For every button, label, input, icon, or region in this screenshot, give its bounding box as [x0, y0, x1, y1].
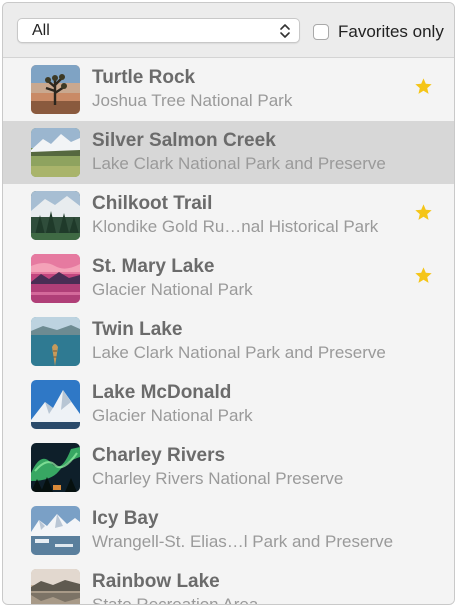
landmark-park: Klondike Gold Ru…nal Historical Park [92, 217, 379, 236]
favorites-only-label: Favorites only [338, 22, 444, 41]
landmark-park: Glacier National Park [92, 406, 253, 425]
landmark-park: State Recreation Area [92, 595, 259, 605]
landmark-name: St. Mary Lake [92, 256, 215, 277]
category-filter-value: All [32, 22, 50, 39]
landmark-name: Twin Lake [92, 319, 183, 340]
landmark-park: Lake Clark National Park and Preserve [92, 343, 386, 362]
favorites-only-checkbox[interactable] [313, 24, 329, 40]
favorite-star-icon [414, 77, 433, 96]
landmark-row[interactable]: Twin Lake Lake Clark National Park and Pr… [3, 310, 454, 373]
favorites-only-toggle[interactable]: Favorites only [313, 21, 444, 43]
landmark-thumbnail [31, 443, 80, 492]
landmark-row[interactable]: Charley Rivers Charley Rivers National Pr… [3, 436, 454, 499]
landmark-thumbnail [31, 380, 80, 429]
landmark-name: Charley Rivers [92, 445, 226, 466]
landmark-park: Wrangell-St. Elias…l Park and Preserve [92, 532, 394, 551]
landmark-thumbnail [31, 254, 80, 303]
favorite-star-icon [414, 266, 433, 285]
landmark-thumbnail [31, 191, 80, 240]
landmark-name: Chilkoot Trail [92, 193, 213, 214]
landmark-thumbnail [31, 569, 80, 604]
landmark-row[interactable]: St. Mary Lake Glacier National Park [3, 247, 454, 310]
landmark-park: Lake Clark National Park and Preserve [92, 154, 386, 173]
landmark-row[interactable]: Rainbow Lake State Recreation Area [3, 562, 454, 605]
favorite-star-icon [414, 203, 433, 222]
landmark-name: Icy Bay [92, 508, 159, 529]
landmark-row[interactable]: Chilkoot Trail Klondike Gold Ru…nal Histo… [3, 184, 454, 247]
landmark-row[interactable]: Silver Salmon Creek Lake Clark National P… [3, 121, 454, 184]
landmark-park: Glacier National Park [92, 280, 253, 299]
landmark-name: Rainbow Lake [92, 571, 220, 592]
landmark-name: Silver Salmon Creek [92, 130, 276, 151]
landmark-row[interactable]: Icy Bay Wrangell-St. Elias…l Park and Pre… [3, 499, 454, 562]
landmark-thumbnail [31, 317, 80, 366]
filter-toolbar: All Favorites only [3, 3, 454, 58]
landmark-thumbnail [31, 506, 80, 555]
landmark-park: Joshua Tree National Park [92, 91, 293, 110]
category-filter-select[interactable]: All [17, 18, 300, 43]
landmark-thumbnail [31, 65, 80, 114]
landmark-thumbnail [31, 128, 80, 177]
landmark-row[interactable]: Turtle Rock Joshua Tree National Park [3, 58, 454, 121]
landmark-park: Charley Rivers National Preserve [92, 469, 344, 488]
landmark-row[interactable]: Lake McDonald Glacier National Park [3, 373, 454, 436]
landmark-name: Turtle Rock [92, 67, 196, 88]
up-down-chevron-icon [280, 24, 290, 38]
landmark-name: Lake McDonald [92, 382, 232, 403]
landmark-list[interactable]: Turtle Rock Joshua Tree National Park Silv… [3, 58, 454, 605]
landmarks-window: All Favorites only Turtle Rock Joshua Tre… [2, 2, 455, 605]
